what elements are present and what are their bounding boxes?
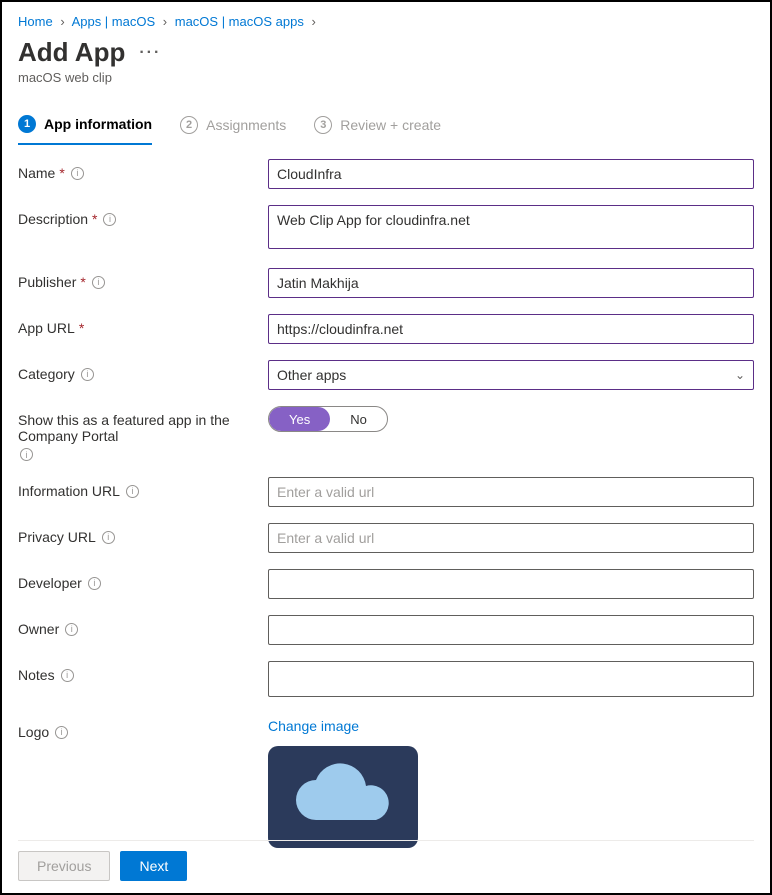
page-subtitle: macOS web clip <box>18 70 754 85</box>
category-label: Category i <box>18 360 268 382</box>
next-button[interactable]: Next <box>120 851 187 881</box>
step-number-icon: 1 <box>18 115 36 133</box>
description-label: Description* i <box>18 205 268 227</box>
info-icon[interactable]: i <box>103 213 116 226</box>
notes-input[interactable] <box>268 661 754 697</box>
notes-label: Notes i <box>18 661 268 683</box>
info-icon[interactable]: i <box>81 368 94 381</box>
description-input[interactable]: Web Clip App for cloudinfra.net <box>268 205 754 249</box>
infourl-label: Information URL i <box>18 477 268 499</box>
info-icon[interactable]: i <box>55 726 68 739</box>
info-icon[interactable]: i <box>92 276 105 289</box>
breadcrumb-home[interactable]: Home <box>18 14 53 29</box>
cloud-icon <box>288 762 398 832</box>
wizard-steps: 1 App information 2 Assignments 3 Review… <box>18 115 754 145</box>
footer: Previous Next <box>18 840 754 881</box>
owner-input[interactable] <box>268 615 754 645</box>
breadcrumb-macos-apps[interactable]: macOS | macOS apps <box>175 14 304 29</box>
featured-no[interactable]: No <box>330 407 387 431</box>
breadcrumb-apps-macos[interactable]: Apps | macOS <box>72 14 156 29</box>
developer-label: Developer i <box>18 569 268 591</box>
info-icon[interactable]: i <box>61 669 74 682</box>
owner-label: Owner i <box>18 615 268 637</box>
page-title-text: Add App <box>18 37 125 68</box>
privurl-label: Privacy URL i <box>18 523 268 545</box>
logo-label: Logo i <box>18 718 268 740</box>
name-label: Name* i <box>18 159 268 181</box>
info-icon[interactable]: i <box>102 531 115 544</box>
category-select[interactable]: Other apps ⌄ <box>268 360 754 390</box>
privurl-input[interactable] <box>268 523 754 553</box>
info-icon[interactable]: i <box>71 167 84 180</box>
appurl-input[interactable] <box>268 314 754 344</box>
step-label: App information <box>44 116 152 132</box>
change-image-link[interactable]: Change image <box>268 718 359 734</box>
form: Name* i Description* i Web Clip App for … <box>18 159 754 848</box>
featured-yes[interactable]: Yes <box>269 407 330 431</box>
chevron-right-icon: › <box>311 14 315 29</box>
step-label: Assignments <box>206 117 286 133</box>
page-title: Add App ··· <box>18 37 754 68</box>
step-number-icon: 2 <box>180 116 198 134</box>
infourl-input[interactable] <box>268 477 754 507</box>
category-value: Other apps <box>277 367 346 383</box>
previous-button[interactable]: Previous <box>18 851 110 881</box>
more-icon[interactable]: ··· <box>139 44 161 62</box>
info-icon[interactable]: i <box>88 577 101 590</box>
publisher-input[interactable] <box>268 268 754 298</box>
step-label: Review + create <box>340 117 441 133</box>
logo-preview <box>268 746 418 848</box>
step-assignments[interactable]: 2 Assignments <box>180 116 286 144</box>
step-number-icon: 3 <box>314 116 332 134</box>
breadcrumb: Home › Apps | macOS › macOS | macOS apps… <box>18 14 754 29</box>
appurl-label: App URL* <box>18 314 268 336</box>
info-icon[interactable]: i <box>126 485 139 498</box>
developer-input[interactable] <box>268 569 754 599</box>
step-app-information[interactable]: 1 App information <box>18 115 152 145</box>
chevron-right-icon: › <box>163 14 167 29</box>
chevron-down-icon: ⌄ <box>735 368 745 382</box>
featured-label: Show this as a featured app in the Compa… <box>18 406 268 461</box>
info-icon[interactable]: i <box>65 623 78 636</box>
chevron-right-icon: › <box>60 14 64 29</box>
name-input[interactable] <box>268 159 754 189</box>
featured-toggle[interactable]: Yes No <box>268 406 388 432</box>
step-review-create[interactable]: 3 Review + create <box>314 116 441 144</box>
info-icon[interactable]: i <box>20 448 33 461</box>
publisher-label: Publisher* i <box>18 268 268 290</box>
